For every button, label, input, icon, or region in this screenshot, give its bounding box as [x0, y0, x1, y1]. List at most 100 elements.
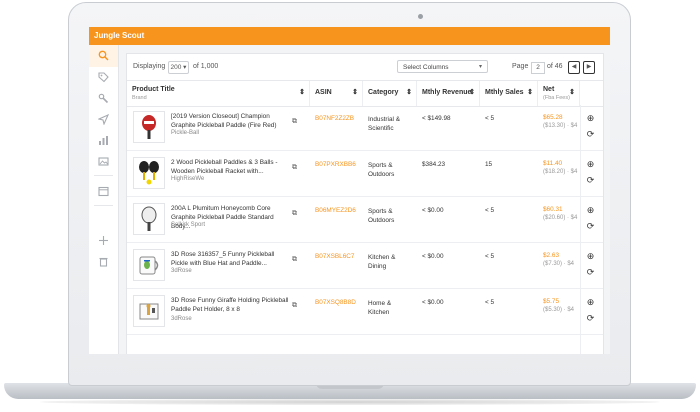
refresh-icon[interactable]: ⟳	[585, 175, 596, 186]
select-columns-label: Select Columns	[403, 64, 449, 71]
asin-link[interactable]: B07PXRXBB6	[315, 161, 356, 168]
sort-icon: ⇕	[469, 89, 475, 96]
monthly-revenue: < $0.00	[422, 253, 444, 260]
add-circle-icon[interactable]: ⊕	[585, 159, 596, 170]
category: Industrial & Scientific	[368, 116, 400, 132]
fba-fees: ($13.30) · $4	[543, 123, 578, 129]
product-image	[133, 295, 165, 327]
chevron-down-icon: ▾	[478, 64, 482, 70]
external-link-icon[interactable]: ⧉	[292, 302, 297, 310]
product-brand: 3dRose	[171, 316, 192, 322]
window-icon[interactable]	[97, 186, 110, 199]
send-icon[interactable]	[97, 113, 110, 127]
app-header: Jungle Scout	[89, 27, 610, 45]
fba-fees: ($5.30) · $4	[543, 307, 575, 313]
monthly-sales: < 5	[485, 253, 495, 260]
product-image	[133, 157, 165, 189]
monthly-sales: < 5	[485, 299, 495, 306]
add-circle-icon[interactable]: ⊕	[585, 113, 596, 124]
column-header-sales[interactable]: Mthly Sales ⇕	[480, 81, 538, 106]
monthly-sales: < 5	[485, 207, 495, 214]
product-image	[133, 249, 165, 281]
external-link-icon[interactable]: ⧉	[292, 210, 297, 218]
tag-icon[interactable]	[97, 72, 110, 85]
product-image	[133, 203, 165, 235]
results-toolbar: Displaying 200 ▾ of 1,000 Select Columns…	[127, 54, 603, 80]
add-circle-icon[interactable]: ⊕	[585, 297, 596, 308]
column-header-revenue[interactable]: Mthly Revenue ⇕	[417, 81, 480, 106]
asin-link[interactable]: B07XSQ8B8D	[315, 299, 356, 306]
sidebar	[89, 45, 119, 354]
monthly-revenue: < $0.00	[422, 207, 444, 214]
page-total: of 46	[547, 63, 563, 70]
fba-fees: ($18.20) · $4	[543, 169, 578, 175]
product-image	[133, 111, 165, 143]
table-row[interactable]: 3D Rose 316357_5 Funny Pickleball Pickle…	[127, 243, 603, 289]
sidebar-divider	[94, 205, 113, 206]
table-row[interactable]: 2 Wood Pickleball Paddles & 3 Balls - Wo…	[127, 151, 603, 197]
sort-icon: ⇕	[527, 89, 533, 96]
add-circle-icon[interactable]: ⊕	[585, 251, 596, 262]
net-value: $65.28	[543, 114, 563, 121]
product-title[interactable]: 3D Rose Funny Giraffe Holding Pickleball…	[171, 296, 291, 314]
fba-fees: ($7.30) · $4	[543, 261, 575, 267]
monthly-sales: 15	[485, 161, 493, 168]
wrench-icon[interactable]	[97, 93, 110, 106]
sort-icon: ⇕	[569, 89, 575, 96]
image-icon[interactable]	[97, 156, 110, 169]
product-title[interactable]: 3D Rose 316357_5 Funny Pickleball Pickle…	[171, 250, 291, 268]
product-title[interactable]: [2019 Version Closeout] Champion Graphit…	[171, 112, 291, 130]
next-page-button[interactable]: ▶	[583, 61, 595, 74]
product-title[interactable]: 2 Wood Pickleball Paddles & 3 Balls - Wo…	[171, 158, 291, 176]
page-input[interactable]: 2	[531, 62, 545, 74]
column-header-net[interactable]: Net (Fba Fees) ⇕	[538, 81, 580, 106]
asin-link[interactable]: B07XSBL6C7	[315, 253, 354, 260]
laptop-shadow	[40, 399, 660, 405]
column-header-category[interactable]: Category ⇕	[363, 81, 417, 106]
product-brand: 3dRose	[171, 268, 192, 274]
refresh-icon[interactable]: ⟳	[585, 129, 596, 140]
net-value: $2.63	[543, 252, 559, 259]
table-row[interactable]: 3D Rose Funny Giraffe Holding Pickleball…	[127, 289, 603, 335]
results-panel: Displaying 200 ▾ of 1,000 Select Columns…	[126, 53, 604, 354]
refresh-icon[interactable]: ⟳	[585, 221, 596, 232]
external-link-icon[interactable]: ⧉	[292, 256, 297, 264]
camera-icon	[418, 14, 423, 19]
product-brand: Selkirk Sport	[171, 222, 206, 228]
column-header-product[interactable]: Product Title Brand ⇕	[127, 81, 310, 106]
sidebar-divider	[94, 175, 113, 176]
category: Sports & Outdoors	[368, 208, 395, 224]
refresh-icon[interactable]: ⟳	[585, 267, 596, 278]
add-circle-icon[interactable]: ⊕	[585, 205, 596, 216]
app-logo: Jungle Scout	[94, 31, 145, 40]
table-header: Product Title Brand ⇕ ASIN ⇕ Category ⇕ …	[127, 80, 603, 107]
app-screen: Jungle Scout Displaying 200 ▾ of 1,000 S…	[89, 27, 610, 354]
asin-link[interactable]: B06MYEZ2D6	[315, 207, 356, 214]
total-count: of 1,000	[193, 63, 219, 70]
per-page-select[interactable]: 200 ▾	[168, 61, 189, 74]
net-value: $5.75	[543, 298, 559, 305]
column-header-asin[interactable]: ASIN ⇕	[310, 81, 363, 106]
monthly-sales: < 5	[485, 115, 495, 122]
refresh-icon[interactable]: ⟳	[585, 313, 596, 324]
move-icon[interactable]	[97, 235, 110, 248]
net-value: $60.31	[543, 206, 563, 213]
table-row[interactable]: 200A L Plumitum Honeycomb Core Graphite …	[127, 197, 603, 243]
bar-chart-icon[interactable]	[97, 135, 110, 148]
prev-page-button[interactable]: ◀	[568, 61, 580, 74]
sort-icon: ⇕	[352, 89, 358, 96]
monthly-revenue: < $0.00	[422, 299, 444, 306]
page-label: Page	[512, 63, 529, 70]
external-link-icon[interactable]: ⧉	[292, 118, 297, 126]
table-row[interactable]: [2019 Version Closeout] Champion Graphit…	[127, 105, 603, 151]
asin-link[interactable]: B07NF2Z2ZB	[315, 115, 354, 122]
trash-icon[interactable]	[97, 256, 110, 269]
category: Kitchen & Dining	[368, 254, 396, 270]
select-columns-dropdown[interactable]: Select Columns ▾	[397, 60, 488, 73]
search-icon[interactable]	[97, 50, 110, 63]
external-link-icon[interactable]: ⧉	[292, 164, 297, 172]
product-brand: HighRiseWe	[171, 176, 205, 182]
category: Sports & Outdoors	[368, 162, 395, 178]
sort-icon: ⇕	[299, 89, 305, 96]
displaying-label: Displaying	[133, 63, 166, 70]
